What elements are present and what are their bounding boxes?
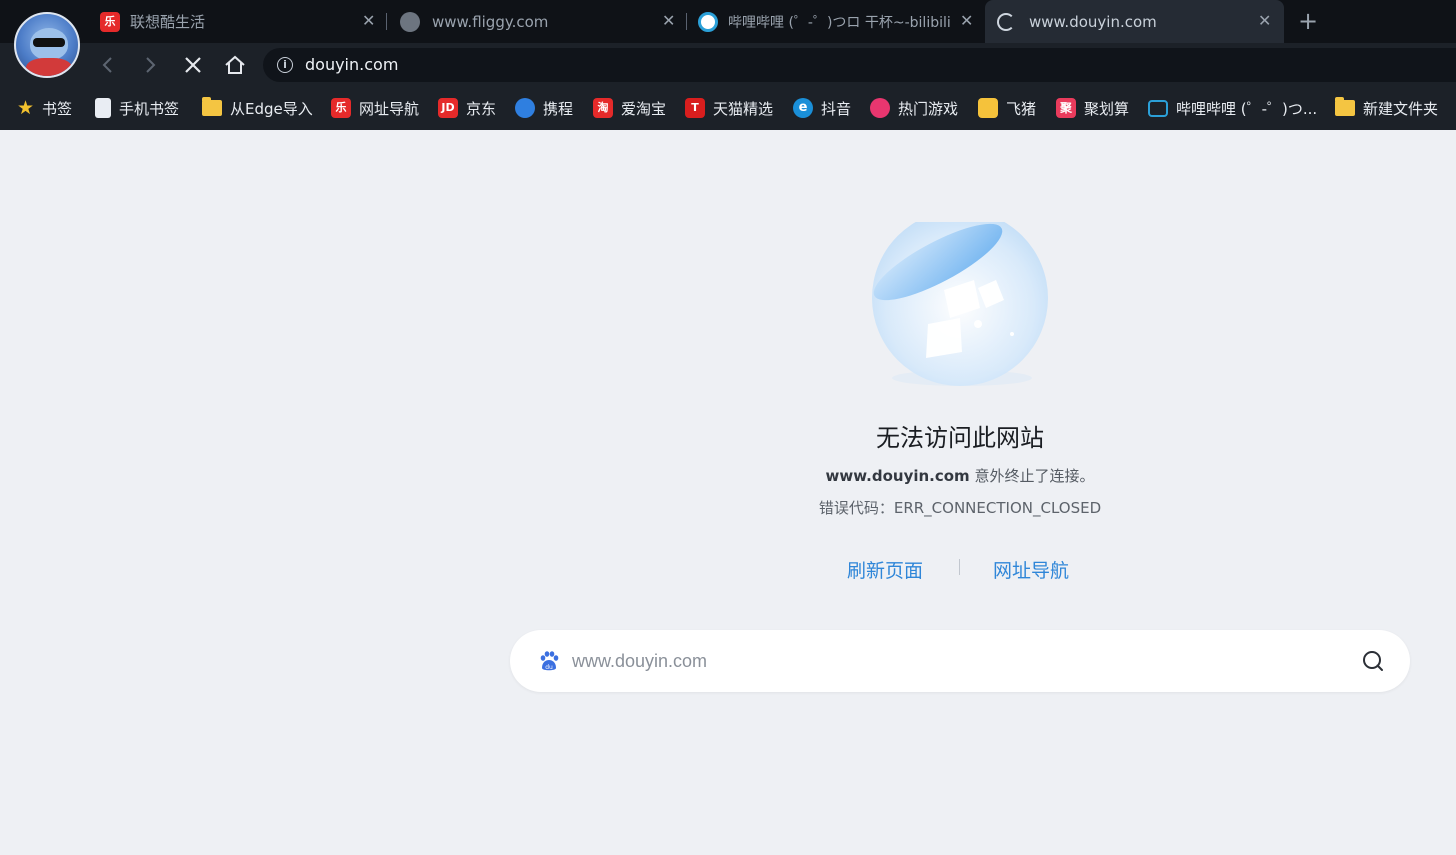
stop-loading-button[interactable]: [179, 51, 207, 79]
info-icon[interactable]: i: [277, 57, 293, 73]
error-title: 无法访问此网站: [876, 424, 1044, 452]
bookmark-label: 书签: [42, 99, 73, 118]
close-icon[interactable]: ✕: [662, 11, 675, 30]
bookmark-label: 从Edge导入: [230, 99, 313, 118]
bookmark-item[interactable]: 携程: [515, 97, 573, 119]
tab-bilibili[interactable]: 哔哩哔哩 (゜-゜)つロ 干杯~-bilibili ✕: [688, 0, 984, 43]
search-input[interactable]: [572, 644, 1332, 678]
close-icon[interactable]: ✕: [362, 11, 375, 30]
toolbar: i douyin.com: [0, 43, 1456, 87]
search-box[interactable]: du: [510, 630, 1410, 692]
baidu-icon: du: [540, 651, 559, 671]
fliggy-icon: [978, 98, 998, 118]
bookmark-item[interactable]: ★ 书签: [17, 97, 72, 119]
address-bar[interactable]: i douyin.com: [263, 48, 1456, 82]
address-url[interactable]: douyin.com: [305, 55, 398, 74]
close-icon[interactable]: ✕: [960, 11, 973, 30]
chevron-right-icon: [146, 57, 156, 73]
taobao-icon: 淘: [593, 98, 613, 118]
bookmark-item[interactable]: e 抖音: [793, 97, 851, 119]
planet-illustration: [872, 222, 1048, 386]
chevron-left-icon: [102, 57, 112, 73]
folder-icon: [1335, 97, 1355, 116]
home-button[interactable]: [221, 51, 249, 79]
nav-directory-link[interactable]: 网址导航: [993, 556, 1069, 583]
lenovo-icon: 乐: [331, 98, 351, 118]
lenovo-icon: 乐: [100, 11, 120, 32]
home-icon: [225, 55, 245, 74]
phone-bookmark-icon: [95, 98, 111, 118]
bookmark-item[interactable]: 聚 聚划算: [1056, 97, 1129, 119]
tab-title: www.douyin.com: [1029, 12, 1157, 31]
loading-spinner-icon: [997, 12, 1015, 31]
link-divider: [959, 559, 960, 575]
new-tab-button[interactable]: +: [1296, 7, 1320, 35]
bookmark-label: 飞猪: [1006, 99, 1037, 118]
tab-title: 哔哩哔哩 (゜-゜)つロ 干杯~-bilibili: [728, 14, 950, 31]
bookmark-label: 新建文件夹: [1363, 99, 1439, 118]
bookmark-item[interactable]: 热门游戏: [870, 97, 958, 119]
error-host: www.douyin.com: [825, 467, 970, 485]
tab-title: www.fliggy.com: [432, 12, 549, 31]
refresh-page-link[interactable]: 刷新页面: [847, 556, 923, 583]
tab-separator: [686, 13, 687, 30]
tmall-icon: T: [685, 98, 705, 118]
bookmark-item[interactable]: T 天猫精选: [685, 97, 773, 119]
bookmark-item[interactable]: 从Edge导入: [202, 97, 313, 119]
bookmark-label: 天猫精选: [713, 99, 774, 118]
bookmark-label: 网址导航: [359, 99, 420, 118]
bookmark-item[interactable]: 哔哩哔哩 (゜-゜)つ...: [1148, 97, 1317, 119]
star-icon: ★: [17, 97, 35, 119]
jd-icon: JD: [438, 98, 458, 118]
bookmark-label: 京东: [466, 99, 497, 118]
tab-douyin[interactable]: www.douyin.com ✕: [985, 0, 1284, 43]
tab-fliggy[interactable]: www.fliggy.com ✕: [388, 0, 688, 43]
ctrip-icon: [515, 98, 535, 118]
bookmark-item[interactable]: JD 京东: [438, 97, 496, 119]
close-icon: [185, 57, 201, 73]
juhuasuan-icon: 聚: [1056, 98, 1076, 118]
bookmark-item[interactable]: 手机书签: [95, 97, 179, 119]
bilibili-icon: [1148, 99, 1168, 117]
bookmark-label: 手机书签: [119, 99, 180, 118]
search-icon[interactable]: [1362, 650, 1384, 672]
bookmark-label: 聚划算: [1084, 99, 1130, 118]
tab-separator: [386, 13, 387, 30]
bookmark-label: 携程: [543, 99, 574, 118]
bookmark-label: 哔哩哔哩 (゜-゜)つ...: [1176, 99, 1318, 118]
bilibili-icon: [698, 11, 718, 32]
bookmark-label: 热门游戏: [898, 99, 959, 118]
edge-icon: e: [793, 98, 813, 118]
browser-chrome: 乐 联想酷生活 ✕ www.fliggy.com ✕ 哔哩哔哩 (゜-゜)つロ …: [0, 0, 1456, 130]
close-icon[interactable]: ✕: [1258, 11, 1271, 30]
profile-avatar[interactable]: [14, 12, 80, 78]
folder-icon: [202, 97, 222, 116]
svg-text:du: du: [545, 664, 553, 671]
forward-button[interactable]: [136, 51, 164, 79]
tab-lenovo[interactable]: 乐 联想酷生活 ✕: [90, 0, 388, 43]
bookmark-item[interactable]: 飞猪: [978, 97, 1036, 119]
game-icon: [870, 98, 890, 118]
bookmark-label: 爱淘宝: [621, 99, 667, 118]
bookmark-item[interactable]: 乐 网址导航: [331, 97, 419, 119]
error-description: www.douyin.com 意外终止了连接。: [760, 465, 1160, 486]
bookmark-label: 抖音: [821, 99, 852, 118]
bookmark-item[interactable]: 淘 爱淘宝: [593, 97, 666, 119]
tab-title: 联想酷生活: [130, 13, 206, 31]
back-button[interactable]: [94, 51, 122, 79]
bookmark-item[interactable]: 新建文件夹: [1335, 97, 1438, 119]
globe-icon: [400, 11, 420, 32]
error-message: 意外终止了连接。: [969, 467, 1095, 485]
error-code: 错误代码：ERR_CONNECTION_CLOSED: [818, 499, 1102, 517]
bookmarks-bar: ★ 书签 手机书签 从Edge导入 乐 网址导航 JD 京东 携程 淘 爱淘宝 …: [0, 87, 1456, 130]
